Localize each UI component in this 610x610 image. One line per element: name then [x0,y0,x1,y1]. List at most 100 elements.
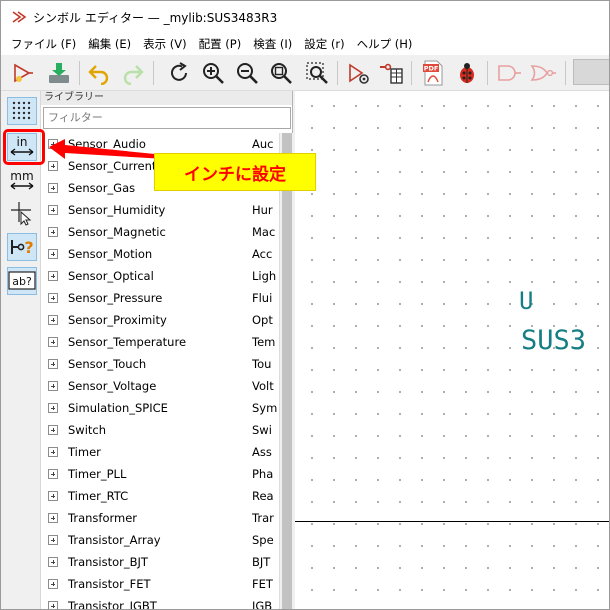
check-symbol-button[interactable] [453,59,481,87]
undo-icon [88,65,109,85]
pin-electrical-type-icon: ? [11,238,34,257]
library-item[interactable]: Transistor_IGBT IGB [41,595,279,609]
expand-icon[interactable] [48,271,58,281]
symbol-reference-field[interactable]: U [519,287,533,315]
redo-icon [123,65,144,85]
library-item-name: Transistor_BJT [68,555,148,569]
library-item-name: Sensor_Touch [68,357,147,371]
symbol-properties-button[interactable] [345,59,373,87]
library-item-name: Sensor_Pressure [68,291,163,305]
library-item[interactable]: Sensor_Pressure Flui [41,287,279,309]
library-item[interactable]: Sensor_Motion Acc [41,243,279,265]
unit-selector-box[interactable] [573,59,609,85]
expand-icon[interactable] [48,491,58,501]
library-item[interactable]: Transistor_BJT BJT [41,551,279,573]
expand-icon[interactable] [48,227,58,237]
expand-icon[interactable] [48,447,58,457]
library-item-description: Spe [252,533,274,547]
annotation-label: インチに設定 [154,153,316,191]
library-item-name: Timer_RTC [68,489,129,503]
expand-icon[interactable] [48,425,58,435]
units-millimeters-button[interactable]: mm [7,167,37,195]
menu-view[interactable]: 表示 (V) [137,36,193,52]
library-item[interactable]: Transistor_FET FET [41,573,279,595]
expand-icon[interactable] [48,293,58,303]
expand-icon[interactable] [48,205,58,215]
grid-toggle-button[interactable] [7,97,37,125]
expand-icon[interactable] [48,513,58,523]
library-item-description: Volt [252,379,274,393]
library-item-description: BJT [252,555,271,569]
toolbar-separator [153,61,154,85]
library-item[interactable]: Sensor_Touch Tou [41,353,279,375]
expand-icon[interactable] [48,403,58,413]
library-item[interactable]: Sensor_Magnetic Mac [41,221,279,243]
library-item-name: Transformer [68,511,138,525]
save-button[interactable] [45,59,73,87]
library-item[interactable]: Switch Swi [41,419,279,441]
expand-icon[interactable] [48,337,58,347]
menu-file[interactable]: ファイル (F) [5,36,82,52]
expand-icon[interactable] [48,601,58,609]
library-item[interactable]: Sensor_Voltage Volt [41,375,279,397]
expand-icon[interactable] [48,535,58,545]
library-item[interactable]: Timer Ass [41,441,279,463]
library-item-description: Tem [252,335,276,349]
expand-icon[interactable] [48,557,58,567]
expand-icon[interactable] [48,183,58,193]
expand-icon[interactable] [48,249,58,259]
symbol-value-field[interactable]: SUS3 [521,325,586,356]
zoom-in-icon [203,63,224,84]
show-pin-electrical-type-button[interactable]: ? [7,233,37,261]
library-scrollbar[interactable] [279,133,293,609]
menu-preferences[interactable]: 設定 (r) [298,36,350,52]
show-demorgan-body-button[interactable] [529,59,557,87]
library-item[interactable]: Sensor_Optical Ligh [41,265,279,287]
library-item[interactable]: Simulation_SPICE Sym [41,397,279,419]
library-filter-input[interactable]: フィルター [43,107,291,129]
new-symbol-button[interactable] [9,59,37,87]
full-crosshair-button[interactable] [7,199,37,227]
canvas-axis-line [295,521,609,522]
demorgan-gate-icon [530,65,556,81]
toolbar-separator [487,61,488,85]
show-normal-body-button[interactable] [495,59,523,87]
menu-inspect[interactable]: 検査 (I) [247,36,298,52]
menu-edit[interactable]: 編集 (E) [82,36,137,52]
expand-icon[interactable] [48,579,58,589]
units-millimeters-label: mm [10,169,33,183]
menu-help[interactable]: ヘルプ (H) [351,36,419,52]
toolbar-separator [565,61,566,85]
pin-table-button[interactable] [377,59,405,87]
symbol-canvas[interactable]: U SUS3 [295,91,609,609]
refresh-button[interactable] [165,59,193,87]
library-scrollbar-thumb[interactable] [282,133,292,609]
menu-place[interactable]: 配置 (P) [193,36,248,52]
export-pdf-button[interactable]: PDF [419,59,447,87]
library-item[interactable]: Sensor_Humidity Hur [41,199,279,221]
library-item-description: Rea [252,489,274,503]
expand-icon[interactable] [48,469,58,479]
library-item-description: Swi [252,423,272,437]
library-item-description: Acc [252,247,273,261]
expand-icon[interactable] [48,381,58,391]
zoom-in-button[interactable] [199,59,227,87]
text-tool-button[interactable]: ab? [7,267,37,295]
library-item-description: Trar [252,511,274,525]
expand-icon[interactable] [48,359,58,369]
pin-table-icon [380,63,403,84]
library-item[interactable]: Timer_PLL Pha [41,463,279,485]
library-item[interactable]: Transistor_Array Spe [41,529,279,551]
library-item[interactable]: Sensor_Temperature Tem [41,331,279,353]
redo-button[interactable] [119,59,147,87]
zoom-selection-button[interactable] [303,59,331,87]
expand-icon[interactable] [48,315,58,325]
undo-button[interactable] [85,59,113,87]
library-item-name: Transistor_Array [68,533,161,547]
zoom-out-button[interactable] [233,59,261,87]
library-item[interactable]: Transformer Trar [41,507,279,529]
zoom-fit-button[interactable] [267,59,295,87]
library-item[interactable]: Timer_RTC Rea [41,485,279,507]
library-item[interactable]: Sensor_Proximity Opt [41,309,279,331]
library-item-name: Simulation_SPICE [68,401,168,415]
